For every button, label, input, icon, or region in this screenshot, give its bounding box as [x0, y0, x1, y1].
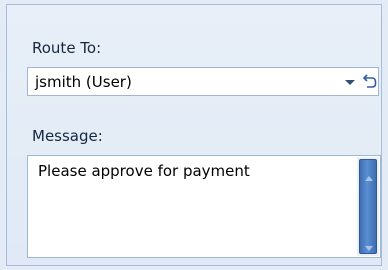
scrollbar-thumb[interactable]: [359, 159, 377, 254]
chevron-down-icon[interactable]: [343, 74, 357, 90]
scroll-up-icon[interactable]: [364, 168, 374, 181]
message-textarea[interactable]: Please approve for payment: [27, 155, 381, 258]
message-scrollbar[interactable]: [357, 157, 379, 256]
routing-panel: Route To: jsmith (User) Message: Please …: [6, 4, 382, 266]
message-text: Please approve for payment: [38, 162, 250, 180]
scroll-down-icon[interactable]: [364, 238, 374, 251]
undo-icon[interactable]: [362, 73, 377, 90]
route-to-combobox[interactable]: jsmith (User): [27, 67, 379, 96]
message-label: Message:: [32, 127, 103, 145]
route-to-value: jsmith (User): [35, 73, 132, 91]
route-to-label: Route To:: [32, 39, 102, 57]
